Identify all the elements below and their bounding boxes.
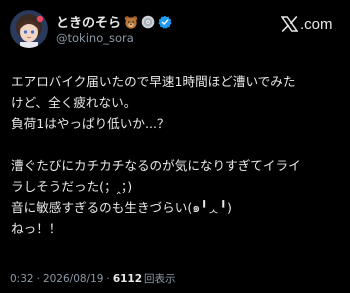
- meta-separator: ·: [106, 272, 110, 285]
- post-card: ときのそら @tokino_sora .com エアロバイク届いたので早速1時間…: [0, 0, 350, 293]
- disc-emoji-icon: [141, 14, 155, 29]
- post-line: ラしそうだった(；‸；): [11, 179, 133, 194]
- brand-logo[interactable]: .com: [281, 14, 333, 34]
- post-line-blank: [11, 134, 347, 155]
- post-body: エアロバイク届いたので早速1時間ほど漕いでみた けど、全く疲れない。 負荷1はや…: [11, 71, 347, 239]
- post-line: 負荷1はやっぱり低いか...？: [11, 116, 170, 131]
- post-line: 音に敏感すぎるのも生きづらい(๑╹ᆺ╹): [11, 200, 232, 215]
- post-date[interactable]: 2026/08/19: [43, 273, 104, 285]
- display-name[interactable]: ときのそら: [56, 12, 121, 31]
- x-logo-icon: [281, 16, 298, 32]
- post-meta: 0:32 · 2026/08/19 · 6112 回表示: [10, 271, 176, 286]
- brand-text: .com: [300, 15, 333, 33]
- avatar-image: [10, 10, 48, 48]
- author-handle[interactable]: @tokino_sora: [56, 31, 134, 45]
- post-time[interactable]: 0:32: [10, 273, 34, 285]
- post-line: 漕ぐたびにカチカチなるのが気になりすぎてイライ: [11, 158, 301, 173]
- bear-emoji-icon: [124, 14, 138, 29]
- avatar[interactable]: [10, 10, 48, 48]
- post-line: けど、全く疲れない。: [11, 95, 137, 110]
- view-count-label: 回表示: [144, 273, 176, 285]
- meta-separator: ·: [36, 272, 40, 285]
- view-count: 6112: [112, 272, 143, 285]
- post-line: ねっ！！: [11, 221, 62, 236]
- verified-badge-icon: [158, 14, 172, 29]
- author-name-row[interactable]: ときのそら: [56, 12, 172, 31]
- post-line: エアロバイク届いたので早速1時間ほど漕いでみた: [11, 74, 296, 89]
